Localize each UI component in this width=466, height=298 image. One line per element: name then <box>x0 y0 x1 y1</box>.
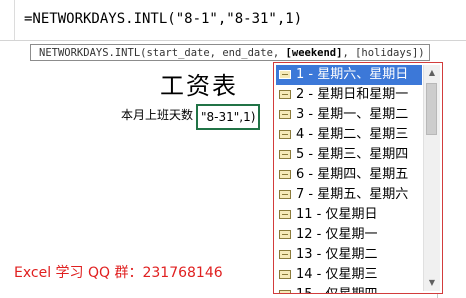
sheet-title: 工资表 <box>160 72 238 100</box>
weekend-option-label: 12 - 仅星期一 <box>296 227 378 242</box>
watermark-text: Excel 学习 QQ 群：231768146 <box>14 265 223 281</box>
enum-value-icon <box>279 210 291 219</box>
weekend-option-item[interactable]: 5 - 星期三、星期四 <box>276 145 422 165</box>
days-label: 本月上班天数 <box>121 108 194 122</box>
weekend-option-label: 5 - 星期三、星期四 <box>296 147 409 162</box>
weekend-option-label: 3 - 星期一、星期二 <box>296 107 409 122</box>
enum-value-icon <box>279 150 291 159</box>
enum-value-icon <box>279 290 291 293</box>
formula-bar[interactable]: =NETWORKDAYS.INTL("8-1","8-31",1) <box>0 0 466 41</box>
weekend-option-item[interactable]: 7 - 星期五、星期六 <box>276 185 422 205</box>
scrollbar-thumb[interactable] <box>426 83 437 135</box>
enum-value-icon <box>279 70 291 79</box>
weekend-option-item[interactable]: 12 - 仅星期一 <box>276 225 422 245</box>
tooltip-prefix: NETWORKDAYS.INTL(start_date, end_date, <box>39 47 286 59</box>
weekend-option-item[interactable]: 11 - 仅星期日 <box>276 205 422 225</box>
weekend-option-label: 14 - 仅星期三 <box>296 267 378 282</box>
weekend-option-item[interactable]: 2 - 星期日和星期一 <box>276 85 422 105</box>
enum-value-icon <box>279 90 291 99</box>
weekend-option-label: 6 - 星期四、星期五 <box>296 167 409 182</box>
enum-value-icon <box>279 270 291 279</box>
weekend-option-label: 7 - 星期五、星期六 <box>296 187 409 202</box>
weekend-option-label: 4 - 星期二、星期三 <box>296 127 409 142</box>
list-scrollbar[interactable]: ▲ ▼ <box>423 65 440 291</box>
weekend-option-label: 2 - 星期日和星期一 <box>296 87 409 102</box>
weekend-option-label: 1 - 星期六、星期日 <box>296 67 409 82</box>
scroll-down-arrow-icon[interactable]: ▼ <box>424 275 440 291</box>
function-signature-tooltip: NETWORKDAYS.INTL(start_date, end_date, [… <box>30 44 430 61</box>
weekend-option-list: 1 - 星期六、星期日 2 - 星期日和星期一 3 - 星期一、星期二 4 - 星期二… <box>276 65 422 293</box>
weekend-option-item[interactable]: 14 - 仅星期三 <box>276 265 422 285</box>
enum-value-icon <box>279 170 291 179</box>
weekend-option-item[interactable]: 3 - 星期一、星期二 <box>276 105 422 125</box>
tooltip-suffix: , [holidays]) N <box>342 47 430 59</box>
enum-value-icon <box>279 250 291 259</box>
weekend-option-label: 11 - 仅星期日 <box>296 207 378 222</box>
weekend-option-item[interactable]: 6 - 星期四、星期五 <box>276 165 422 185</box>
weekend-option-item[interactable]: 13 - 仅星期二 <box>276 245 422 265</box>
tooltip-current-arg[interactable]: [weekend] <box>286 47 343 59</box>
scroll-up-arrow-icon[interactable]: ▲ <box>424 65 440 81</box>
weekend-autocomplete-list[interactable]: 1 - 星期六、星期日 2 - 星期日和星期一 3 - 星期一、星期二 4 - 星期二… <box>273 62 443 294</box>
enum-value-icon <box>279 190 291 199</box>
weekend-option-item[interactable]: 1 - 星期六、星期日 <box>276 65 422 85</box>
weekend-option-label: 13 - 仅星期二 <box>296 247 378 262</box>
formula-input[interactable]: =NETWORKDAYS.INTL("8-1","8-31",1) <box>24 11 302 27</box>
active-cell[interactable]: "8-31",1) <box>196 104 260 130</box>
weekend-option-item[interactable]: 4 - 星期二、星期三 <box>276 125 422 145</box>
enum-value-icon <box>279 230 291 239</box>
enum-value-icon <box>279 110 291 119</box>
weekend-option-item[interactable]: 15 - 仅星期四 <box>276 285 422 293</box>
enum-value-icon <box>279 130 291 139</box>
weekend-option-label: 15 - 仅星期四 <box>296 287 378 293</box>
formula-bar-divider <box>14 0 15 40</box>
